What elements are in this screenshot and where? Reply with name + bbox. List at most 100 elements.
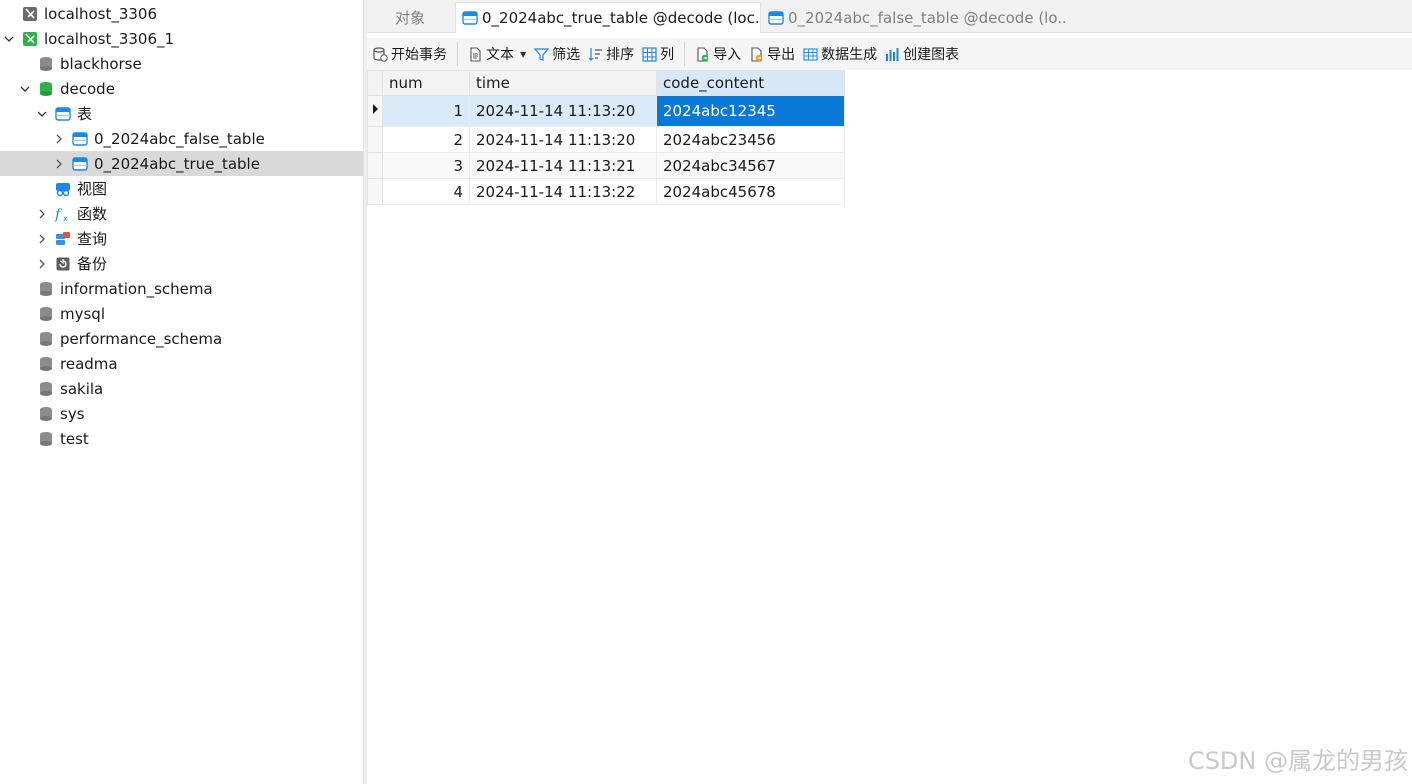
cell-code-content[interactable]: 2024abc23456 — [656, 126, 845, 153]
tree-db-sakila[interactable]: sakila — [0, 376, 363, 401]
chevron-right-icon[interactable] — [53, 133, 65, 145]
cell-time[interactable]: 2024-11-14 11:13:20 — [469, 126, 657, 153]
import-button[interactable]: 导入 — [691, 41, 745, 67]
tab-label: 对象 — [394, 9, 425, 27]
tree-label: sys — [60, 404, 85, 423]
dropdown-caret-icon[interactable]: ▼ — [520, 50, 526, 59]
connection-active-icon — [22, 31, 38, 47]
tree-db-test[interactable]: test — [0, 426, 363, 451]
tree-connection-localhost-3306[interactable]: localhost_3306 — [0, 1, 363, 26]
chevron-right-icon[interactable] — [53, 158, 65, 170]
cell-code-content[interactable]: 2024abc12345 — [656, 95, 845, 127]
sort-button[interactable]: 排序 — [584, 41, 638, 67]
tree-label: 0_2024abc_false_table — [94, 129, 265, 148]
toolbar-divider — [684, 42, 686, 66]
cell-num[interactable]: 3 — [382, 152, 470, 179]
bar-chart-icon — [885, 47, 900, 62]
cell-num[interactable]: 4 — [382, 178, 470, 205]
tree-folder-tables[interactable]: 表 — [0, 101, 363, 126]
text-view-button[interactable]: 文本 ▼ — [464, 41, 530, 67]
tree-table-0-2024abc-false-table[interactable]: 0_2024abc_false_table — [0, 126, 363, 151]
tree-label: blackhorse — [60, 54, 142, 73]
table-row[interactable]: 2 2024-11-14 11:13:20 2024abc23456 — [367, 126, 845, 153]
table-row[interactable]: 3 2024-11-14 11:13:21 2024abc34567 — [367, 152, 845, 179]
tab-objects[interactable]: 对象 — [367, 2, 453, 33]
export-button[interactable]: 导出 — [745, 41, 799, 67]
watermark: CSDN @属龙的男孩 — [1187, 747, 1408, 775]
create-chart-button[interactable]: 创建图表 — [881, 41, 963, 67]
tree-label: mysql — [60, 304, 105, 323]
tree-db-readma[interactable]: readma — [0, 351, 363, 376]
tool-label: 开始事务 — [391, 47, 447, 63]
column-header-code-content[interactable]: code_content — [656, 70, 845, 96]
column-header-time[interactable]: time — [469, 70, 657, 96]
table-icon — [462, 10, 478, 26]
tree-folder-backups[interactable]: 备份 — [0, 251, 363, 276]
tree-label: 视图 — [77, 180, 108, 198]
tree-label: localhost_3306 — [44, 4, 158, 23]
cell-time[interactable]: 2024-11-14 11:13:20 — [469, 95, 657, 127]
tool-label: 导出 — [767, 47, 796, 63]
tree-folder-functions[interactable]: fx 函数 — [0, 201, 363, 226]
columns-grid-icon — [642, 46, 657, 62]
function-icon: fx — [55, 206, 71, 222]
filter-button[interactable]: 筛选 — [530, 41, 584, 67]
chevron-right-icon[interactable] — [36, 258, 48, 270]
table-row[interactable]: 1 2024-11-14 11:13:20 2024abc12345 — [367, 95, 845, 127]
tree-connection-localhost-3306-1[interactable]: localhost_3306_1 — [0, 26, 363, 51]
query-icon — [55, 231, 71, 247]
tool-label: 导入 — [713, 47, 742, 63]
tree-folder-queries[interactable]: 查询 — [0, 226, 363, 251]
cell-num[interactable]: 2 — [382, 126, 470, 153]
row-indicator — [367, 126, 383, 153]
tree-db-sys[interactable]: sys — [0, 401, 363, 426]
column-header-num[interactable]: num — [382, 70, 470, 96]
tree-label: information_schema — [60, 279, 213, 298]
tree-table-0-2024abc-true-table[interactable]: 0_2024abc_true_table — [0, 151, 363, 176]
data-generation-icon — [803, 47, 818, 62]
tool-label: 筛选 — [552, 47, 581, 63]
cell-time[interactable]: 2024-11-14 11:13:22 — [469, 178, 657, 205]
database-icon — [38, 431, 54, 447]
database-icon — [38, 381, 54, 397]
table-icon — [72, 131, 88, 147]
database-icon — [38, 281, 54, 297]
cell-code-content[interactable]: 2024abc45678 — [656, 178, 845, 205]
cell-time[interactable]: 2024-11-14 11:13:21 — [469, 152, 657, 179]
tree-db-information-schema[interactable]: information_schema — [0, 276, 363, 301]
database-icon — [38, 56, 54, 72]
tree-db-blackhorse[interactable]: blackhorse — [0, 51, 363, 76]
tree-label: 查询 — [77, 230, 108, 248]
tab-true-table[interactable]: 0_2024abc_true_table @decode (loc... — [455, 2, 761, 33]
tree-label: decode — [60, 79, 115, 98]
tree-db-performance-schema[interactable]: performance_schema — [0, 326, 363, 351]
chevron-down-icon[interactable] — [19, 83, 31, 95]
tool-label: 排序 — [606, 47, 635, 63]
cell-num[interactable]: 1 — [382, 95, 470, 127]
table-row[interactable]: 4 2024-11-14 11:13:22 2024abc45678 — [367, 178, 845, 205]
connection-icon — [22, 6, 38, 22]
database-icon — [38, 356, 54, 372]
chevron-down-icon[interactable] — [36, 108, 48, 120]
begin-transaction-button[interactable]: 开始事务 — [369, 41, 451, 67]
tree-label: 表 — [77, 105, 93, 123]
tool-label: 创建图表 — [903, 47, 960, 63]
chevron-right-icon[interactable] — [36, 208, 48, 220]
chevron-down-icon[interactable] — [3, 33, 15, 45]
tree-db-decode[interactable]: decode — [0, 76, 363, 101]
tree-label: 函数 — [77, 205, 108, 223]
columns-button[interactable]: 列 — [638, 41, 678, 67]
tree-label: readma — [60, 354, 118, 373]
sort-icon — [588, 47, 603, 62]
data-generation-button[interactable]: 数据生成 — [799, 41, 881, 67]
tool-label: 文本 — [486, 47, 514, 63]
row-indicator-header — [367, 70, 383, 96]
tab-label: 0_2024abc_true_table @decode (loc... — [482, 9, 761, 27]
transaction-icon — [373, 46, 388, 62]
cell-code-content[interactable]: 2024abc34567 — [656, 152, 845, 179]
tree-folder-views[interactable]: 视图 — [0, 176, 363, 201]
chevron-right-icon[interactable] — [36, 233, 48, 245]
toolbar: 开始事务 文本 ▼ 筛选 排序 列 导入 导出 数据生成 创建图表 — [367, 38, 1412, 70]
tree-db-mysql[interactable]: mysql — [0, 301, 363, 326]
tab-false-table[interactable]: 0_2024abc_false_table @decode (lo... — [762, 2, 1068, 33]
